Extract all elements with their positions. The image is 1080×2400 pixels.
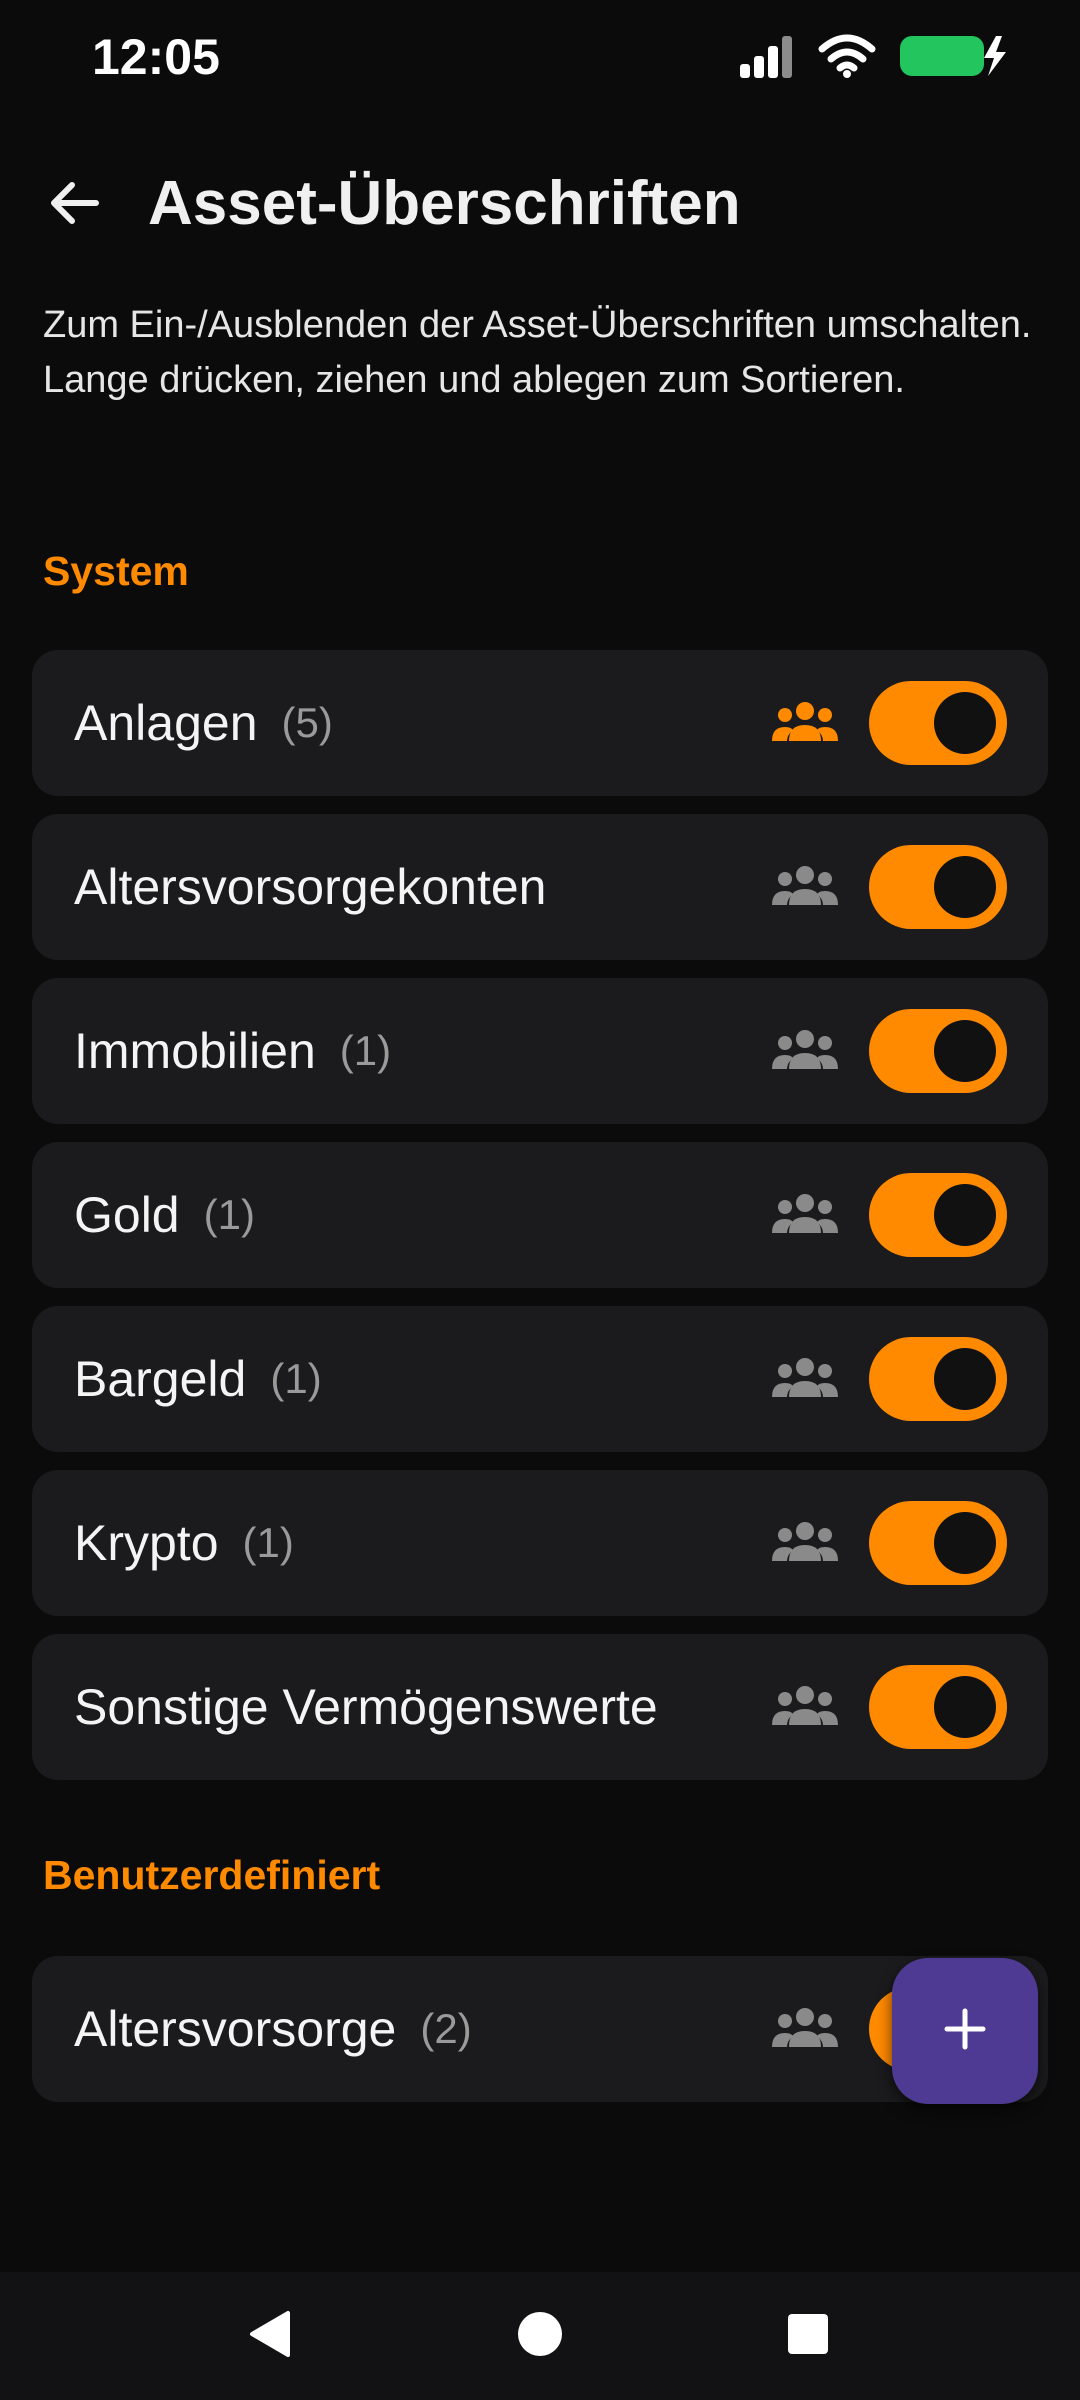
system-nav-bar [0, 2272, 1080, 2400]
section-title-system: System [43, 548, 189, 594]
description-text: Zum Ein-/Ausblenden der Asset-Überschrif… [43, 304, 1032, 401]
list-item-label: Anlagen (5) [74, 650, 333, 796]
toggle-knob [934, 692, 996, 754]
group-icon[interactable] [772, 1351, 838, 1407]
group-icon[interactable] [772, 859, 838, 915]
item-name: Anlagen [74, 695, 258, 751]
item-count: (2) [420, 2005, 472, 2052]
add-heading-fab[interactable] [892, 1958, 1038, 2104]
toggle-knob [934, 1184, 996, 1246]
list-item-gold[interactable]: Gold (1) [32, 1142, 1048, 1288]
item-name: Altersvorsorge [74, 2001, 397, 2057]
section-title-custom: Benutzerdefiniert [43, 1852, 381, 1898]
home-circle-icon [515, 2309, 565, 2364]
status-bar: 12:05 [0, 0, 1080, 120]
item-count: (1) [203, 1191, 255, 1238]
status-icons [738, 32, 1010, 85]
app-header: Asset-Überschriften [0, 150, 1080, 260]
list-item-label: Altersvorsorgekonten [74, 814, 546, 960]
visibility-toggle[interactable] [869, 681, 1007, 765]
group-icon[interactable] [772, 1515, 838, 1571]
list-item-label: Altersvorsorge (2) [74, 1956, 472, 2102]
visibility-toggle[interactable] [869, 1665, 1007, 1749]
list-item-krypto[interactable]: Krypto (1) [32, 1470, 1048, 1616]
group-icon-active[interactable] [772, 695, 838, 751]
arrow-left-icon [50, 181, 100, 230]
back-triangle-icon [246, 2309, 294, 2364]
list-item-sonstige-vermoegenswerte[interactable]: Sonstige Vermögenswerte [32, 1634, 1048, 1780]
status-time: 12:05 [92, 29, 220, 85]
toggle-knob [934, 1676, 996, 1738]
visibility-toggle[interactable] [869, 1009, 1007, 1093]
list-item-label: Gold (1) [74, 1142, 255, 1288]
list-item-immobilien[interactable]: Immobilien (1) [32, 978, 1048, 1124]
visibility-toggle[interactable] [869, 1173, 1007, 1257]
group-icon[interactable] [772, 1679, 838, 1735]
group-icon[interactable] [772, 1023, 838, 1079]
list-item-label: Krypto (1) [74, 1470, 294, 1616]
page-title: Asset-Überschriften [148, 169, 741, 238]
item-name: Immobilien [74, 1023, 316, 1079]
group-icon[interactable] [772, 2001, 838, 2057]
nav-back-button[interactable] [240, 2306, 300, 2366]
visibility-toggle[interactable] [869, 845, 1007, 929]
list-item-altersvorsorgekonten[interactable]: Altersvorsorgekonten [32, 814, 1048, 960]
toggle-knob [934, 1512, 996, 1574]
item-count: (1) [270, 1355, 322, 1402]
list-item-bargeld[interactable]: Bargeld (1) [32, 1306, 1048, 1452]
toggle-knob [934, 1020, 996, 1082]
nav-recents-button[interactable] [778, 2306, 838, 2366]
item-count: (5) [281, 699, 333, 746]
group-icon[interactable] [772, 1187, 838, 1243]
toggle-knob [934, 856, 996, 918]
list-item-label: Sonstige Vermögenswerte [74, 1634, 658, 1780]
item-count: (1) [339, 1027, 392, 1074]
system-list: Anlagen (5) Altersvorsorgekonten Immobil… [32, 650, 1048, 1798]
list-item-label: Immobilien (1) [74, 978, 391, 1124]
item-name: Krypto [74, 1515, 219, 1571]
item-name: Gold [74, 1187, 180, 1243]
back-button[interactable] [40, 170, 110, 240]
plus-icon [943, 2007, 987, 2056]
item-name: Altersvorsorgekonten [74, 859, 547, 915]
toggle-knob [934, 1348, 996, 1410]
item-name: Bargeld [74, 1351, 247, 1407]
battery-charging-icon [898, 32, 1010, 85]
list-item-label: Bargeld (1) [74, 1306, 322, 1452]
item-name: Sonstige Vermögenswerte [74, 1679, 658, 1735]
list-item-anlagen[interactable]: Anlagen (5) [32, 650, 1048, 796]
nav-home-button[interactable] [510, 2306, 570, 2366]
item-count: (1) [242, 1519, 294, 1566]
recents-square-icon [786, 2312, 830, 2361]
visibility-toggle[interactable] [869, 1501, 1007, 1585]
signal-icon [738, 34, 796, 83]
visibility-toggle[interactable] [869, 1337, 1007, 1421]
wifi-icon [818, 33, 876, 84]
